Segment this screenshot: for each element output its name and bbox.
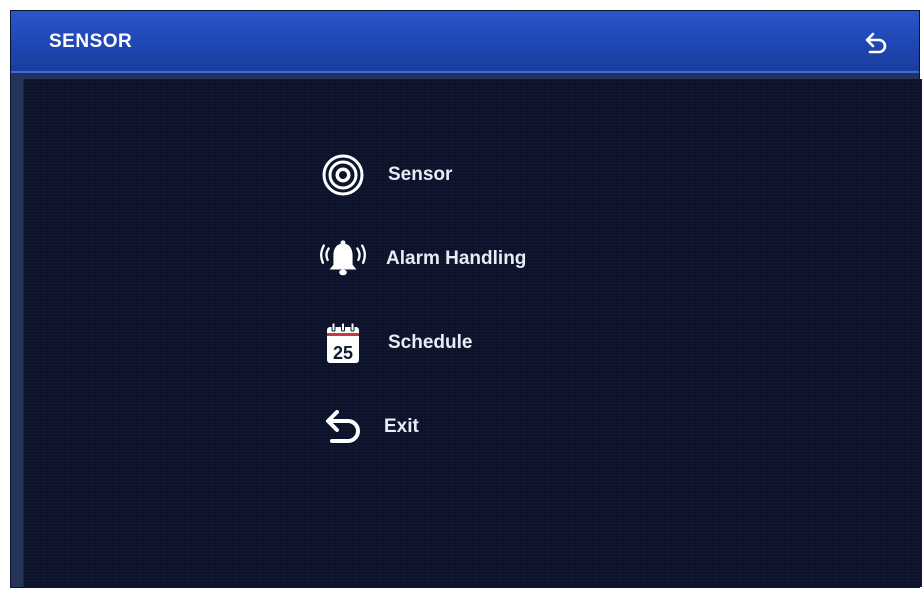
schedule-label: Schedule bbox=[388, 332, 473, 353]
back-arrow-icon[interactable] bbox=[863, 31, 889, 55]
sensor-label: Sensor bbox=[388, 164, 453, 185]
menu-item-alarm-handling[interactable]: Alarm Handling bbox=[320, 217, 640, 301]
alarm-handling-label: Alarm Handling bbox=[386, 248, 527, 269]
alarm-bell-icon bbox=[320, 236, 366, 282]
menu-panel: Sensor Alarm Handling 25 Schedule Exit bbox=[23, 79, 922, 587]
calendar-icon: 25 bbox=[320, 320, 366, 366]
sensor-icon bbox=[320, 152, 366, 198]
sensor-window: SENSOR Sensor Alarm Handling 25 Schedule… bbox=[10, 10, 922, 588]
window-title: SENSOR bbox=[49, 31, 133, 52]
calendar-icon-date: 25 bbox=[333, 343, 353, 363]
menu-item-sensor[interactable]: Sensor bbox=[320, 133, 640, 217]
menu-item-schedule[interactable]: 25 Schedule bbox=[320, 301, 640, 385]
exit-label: Exit bbox=[384, 416, 419, 437]
exit-arrow-icon bbox=[320, 404, 366, 450]
sensor-menu: Sensor Alarm Handling 25 Schedule Exit bbox=[320, 133, 640, 469]
title-bar: SENSOR bbox=[11, 11, 919, 73]
menu-item-exit[interactable]: Exit bbox=[320, 385, 640, 469]
